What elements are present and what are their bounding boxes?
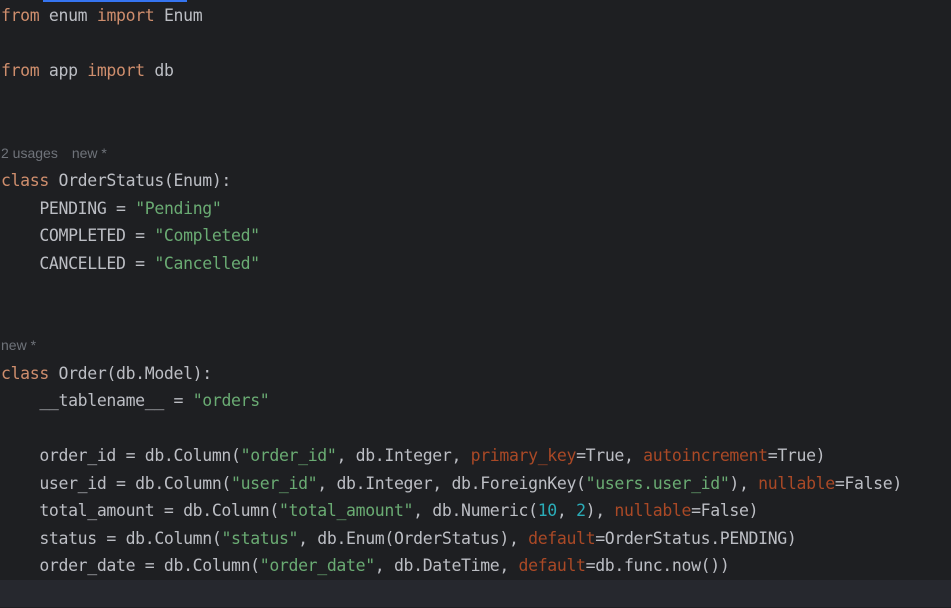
code-line[interactable]: CANCELLED = "Cancelled" (0, 250, 951, 278)
code-line[interactable]: __tablename__ = "orders" (0, 387, 951, 415)
code-token: =True, (576, 446, 644, 465)
number-token: 10 (537, 501, 558, 520)
code-editor[interactable]: from enum import Enum from app import db 2… (0, 2, 951, 607)
code-token: order_date = db.Column( (1, 556, 260, 575)
named-argument-token: nullable (758, 473, 835, 493)
code-line[interactable] (0, 112, 951, 140)
code-token: =False) (834, 473, 902, 493)
code-token: , db.Integer, (336, 446, 471, 465)
code-token: , (556, 501, 577, 520)
code-line[interactable]: status = db.Column("status", db.Enum(Ord… (0, 525, 951, 553)
code-token: db (144, 61, 174, 80)
keyword-token: from (1, 61, 40, 80)
code-token: =True) (767, 446, 826, 465)
code-token: app (39, 61, 88, 80)
code-token: order_id = db.Column( (1, 446, 241, 465)
string-token: "Completed" (154, 226, 260, 245)
code-token: PENDING = (1, 198, 136, 218)
code-line[interactable] (0, 30, 951, 58)
code-line[interactable]: user_id = db.Column("user_id", db.Intege… (0, 470, 951, 498)
keyword-token: from (1, 6, 40, 25)
inlay-hint-row[interactable]: 2 usages new * (0, 140, 951, 168)
keyword-token: import (87, 61, 145, 80)
code-token: user_id = db.Column( (1, 473, 232, 493)
code-token: , db.Integer, db.ForeignKey( (317, 473, 586, 493)
code-line[interactable]: PENDING = "Pending" (0, 195, 951, 223)
code-token: COMPLETED = (1, 226, 155, 245)
code-token: ), (729, 473, 759, 493)
named-argument-token: nullable (614, 501, 692, 520)
code-line[interactable]: from app import db (0, 57, 951, 85)
string-token: "users.user_id" (585, 473, 730, 493)
inlay-hint-row[interactable]: new * (0, 332, 951, 360)
code-line[interactable]: COMPLETED = "Completed" (0, 222, 951, 250)
code-token: , db.Enum(OrderStatus), (298, 528, 529, 548)
string-token: "Cancelled" (154, 253, 260, 273)
named-argument-token: default (518, 556, 586, 575)
code-token: =db.func.now()) (585, 556, 730, 575)
code-token: , db.Numeric( (413, 501, 538, 520)
code-token: Order(db.Model): (48, 363, 213, 383)
code-token: enum (39, 6, 97, 25)
code-line[interactable]: total_amount = db.Column("total_amount",… (0, 497, 951, 525)
code-line[interactable] (0, 305, 951, 333)
keyword-token: class (1, 363, 49, 383)
code-line[interactable]: order_date = db.Column("order_date", db.… (0, 552, 951, 580)
string-token: "order_date" (259, 556, 375, 575)
current-code-line[interactable] (0, 579, 951, 607)
code-token: __tablename__ = (1, 391, 193, 410)
code-token: , db.DateTime, (374, 556, 519, 575)
code-token: =OrderStatus.PENDING) (595, 528, 797, 548)
string-token: "orders" (192, 391, 270, 410)
number-token: 2 (576, 501, 586, 520)
string-token: "Pending" (135, 198, 222, 218)
string-token: "user_id" (231, 473, 318, 493)
code-line[interactable]: order_id = db.Column("order_id", db.Inte… (0, 442, 951, 470)
string-token: "status" (221, 528, 299, 548)
code-token: total_amount = db.Column( (1, 501, 279, 520)
code-line[interactable]: class OrderStatus(Enum): (0, 167, 951, 195)
code-token: =False) (691, 501, 759, 520)
author-hint[interactable]: new * (72, 145, 107, 161)
code-token: ), (585, 501, 615, 520)
code-line[interactable] (0, 415, 951, 443)
string-token: "order_id" (240, 446, 337, 465)
keyword-token: class (1, 171, 49, 190)
code-token: status = db.Column( (1, 528, 222, 548)
code-line[interactable] (0, 277, 951, 305)
code-line[interactable] (0, 85, 951, 113)
usages-hint[interactable]: 2 usages (1, 145, 58, 161)
keyword-token: import (96, 6, 155, 25)
code-line[interactable]: class Order(db.Model): (0, 360, 951, 388)
code-token: Enum (154, 6, 203, 25)
named-argument-token: default (528, 528, 596, 548)
code-line[interactable]: from enum import Enum (0, 2, 951, 30)
code-token: OrderStatus(Enum): (48, 171, 232, 190)
named-argument-token: autoincrement (643, 446, 768, 465)
author-hint[interactable]: new * (1, 337, 36, 353)
code-token: CANCELLED = (1, 253, 155, 273)
string-token: "total_amount" (278, 501, 414, 520)
named-argument-token: primary_key (470, 446, 577, 465)
